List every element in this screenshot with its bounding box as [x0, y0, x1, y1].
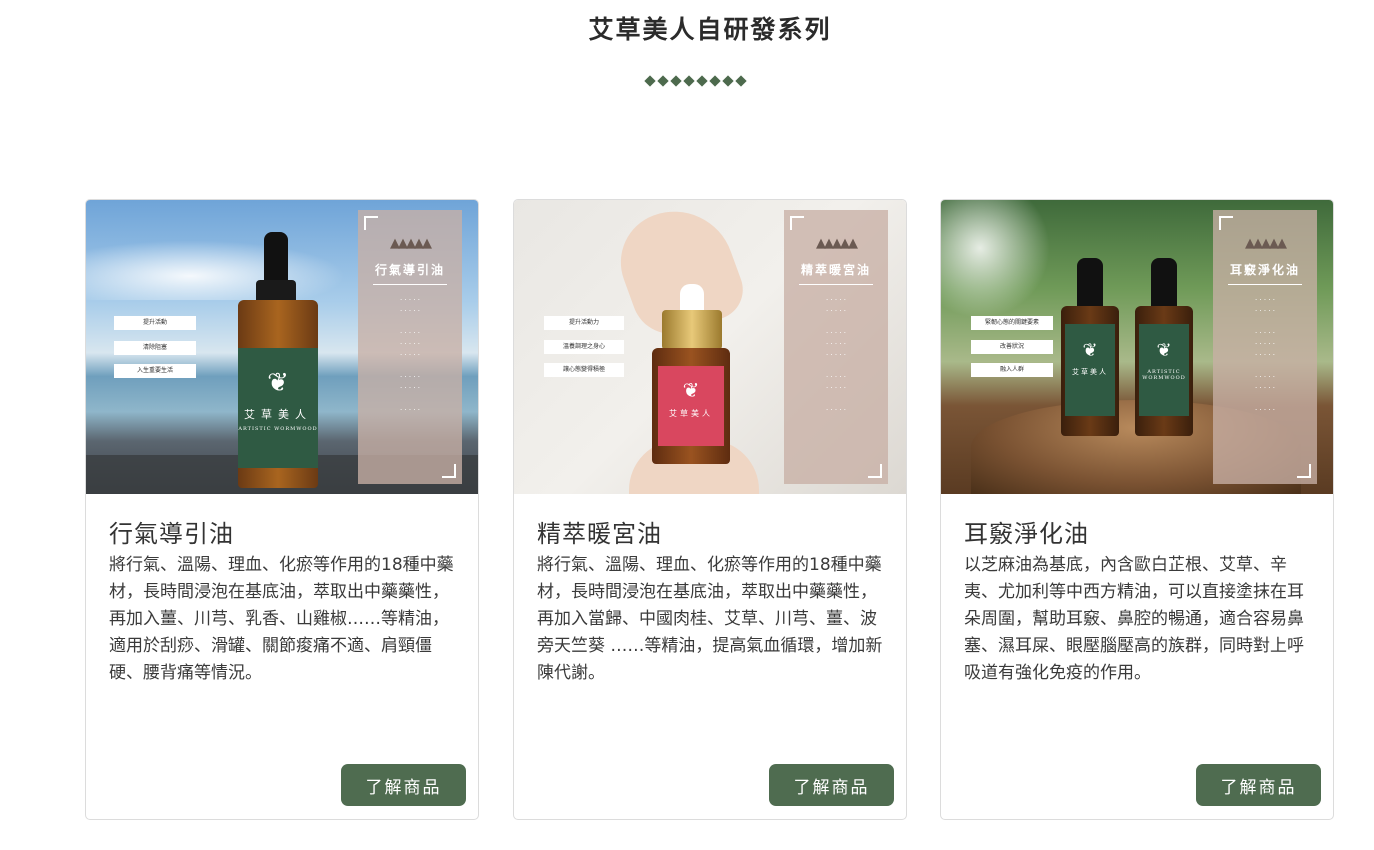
divider-diamond — [657, 75, 669, 87]
product-title: 耳竅淨化油 — [964, 520, 1089, 548]
trees-icon: ▲▲▲▲▲ — [1245, 236, 1287, 251]
learn-more-button[interactable]: 了解商品 — [1196, 764, 1321, 806]
section-title: 艾草美人自研發系列 — [588, 15, 832, 44]
image-callout-tag: 提升活動 — [114, 316, 196, 330]
product-image-2[interactable]: 提升活動力 溫養調理之身心 讓心態變得積極 ❦ 艾草美人 ▲▲▲▲▲ 精萃暖宮油… — [514, 200, 906, 494]
learn-more-button[interactable]: 了解商品 — [341, 764, 466, 806]
divider-diamond — [644, 75, 656, 87]
image-callout-tag: 入生重要生活 — [114, 364, 196, 378]
bottle-icon: ❦ 艾草美人 ARTISTIC WORMWOOD — [238, 300, 318, 488]
bottle-label: ❦ ARTISTIC WORMWOOD — [1139, 324, 1189, 416]
product-image-3[interactable]: 緊韌心態的關鍵要素 改善狀況 融入人群 ❦ 艾草美人 ❦ ARTISTIC WO… — [941, 200, 1333, 494]
divider-diamond — [683, 75, 695, 87]
bottle-label: ❦ 艾草美人 — [658, 366, 724, 446]
product-description: 將行氣、溫陽、理血、化瘀等作用的18種中藥材，長時間浸泡在基底油，萃取出中藥藥性… — [537, 555, 883, 683]
image-callout-tag: 提升活動力 — [544, 316, 624, 330]
image-callout-tag: 改善狀況 — [971, 340, 1053, 354]
product-description: 將行氣、溫陽、理血、化瘀等作用的18種中藥材，長時間浸泡在基底油，萃取出中藥藥性… — [109, 555, 454, 683]
product-title: 精萃暖宮油 — [537, 520, 662, 548]
learn-more-button[interactable]: 了解商品 — [769, 764, 894, 806]
trees-icon: ▲▲▲▲▲ — [390, 236, 432, 251]
product-info-panel: ▲▲▲▲▲ 耳竅淨化油 · · · · · · · · · · · · · · · ·… — [1213, 210, 1317, 484]
image-callout-tag: 融入人群 — [971, 363, 1053, 377]
image-callout-tag: 清除阻塞 — [114, 341, 196, 355]
bottle-icon: ❦ 艾草美人 — [652, 348, 730, 464]
trees-icon: ▲▲▲▲▲ — [816, 236, 858, 251]
bottle-dropper-icon — [662, 310, 722, 350]
product-info-panel: ▲▲▲▲▲ 行氣導引油 · · · · · · · · · · · · · · · ·… — [358, 210, 462, 484]
product-description: 以芝麻油為基底，內含歐白芷根、艾草、辛夷、尤加利等中西方精油，可以直接塗抹在耳朵… — [964, 555, 1304, 683]
divider-diamond — [670, 75, 682, 87]
product-info-panel: ▲▲▲▲▲ 精萃暖宮油 · · · · · · · · · · · · · · · ·… — [784, 210, 888, 484]
divider-diamond — [696, 75, 708, 87]
product-image-1[interactable]: 提升活動 清除阻塞 入生重要生活 ❦ 艾草美人 ARTISTIC WORMWOO… — [86, 200, 478, 494]
title-divider — [644, 75, 747, 87]
bottle-dropper-icon — [264, 232, 288, 284]
image-callout-tag: 讓心態變得積極 — [544, 363, 624, 377]
product-card-1: 提升活動 清除阻塞 入生重要生活 ❦ 艾草美人 ARTISTIC WORMWOO… — [85, 199, 479, 820]
bottle-label: ❦ 艾草美人 — [1065, 324, 1115, 416]
image-callout-tag: 溫養調理之身心 — [544, 340, 624, 354]
bottle-dropper-icon — [1151, 258, 1177, 310]
divider-diamond — [735, 75, 747, 87]
bottle-icon: ❦ 艾草美人 — [1061, 306, 1119, 436]
product-card-2: 提升活動力 溫養調理之身心 讓心態變得積極 ❦ 艾草美人 ▲▲▲▲▲ 精萃暖宮油… — [513, 199, 907, 820]
product-card-3: 緊韌心態的關鍵要素 改善狀況 融入人群 ❦ 艾草美人 ❦ ARTISTIC WO… — [940, 199, 1334, 820]
divider-diamond — [709, 75, 721, 87]
divider-diamond — [722, 75, 734, 87]
image-callout-tag: 緊韌心態的關鍵要素 — [971, 316, 1053, 330]
bottle-dropper-icon — [1077, 258, 1103, 310]
bottle-label: ❦ 艾草美人 ARTISTIC WORMWOOD — [238, 348, 318, 468]
product-title: 行氣導引油 — [109, 520, 234, 548]
bottle-icon: ❦ ARTISTIC WORMWOOD — [1135, 306, 1193, 436]
